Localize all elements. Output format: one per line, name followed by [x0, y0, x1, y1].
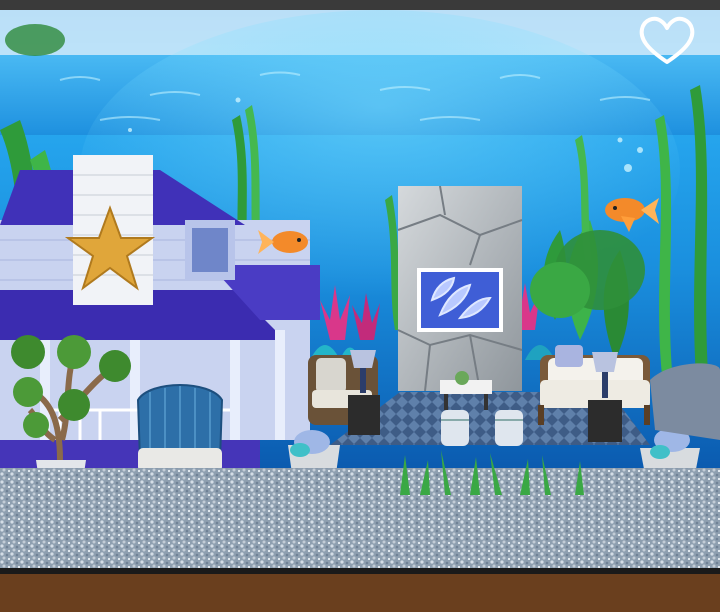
tank-bottom-frame — [0, 568, 720, 574]
wood-floor — [0, 568, 720, 612]
tank-top-frame — [0, 0, 720, 10]
tree-top-left — [5, 24, 65, 56]
gravel-bed — [0, 468, 720, 568]
rock-right — [650, 363, 720, 440]
aquarium-scene — [0, 0, 720, 612]
favorite-heart-icon[interactable] — [636, 14, 698, 68]
stone-fireplace — [397, 185, 523, 392]
aquarium-canvas — [0, 0, 720, 612]
